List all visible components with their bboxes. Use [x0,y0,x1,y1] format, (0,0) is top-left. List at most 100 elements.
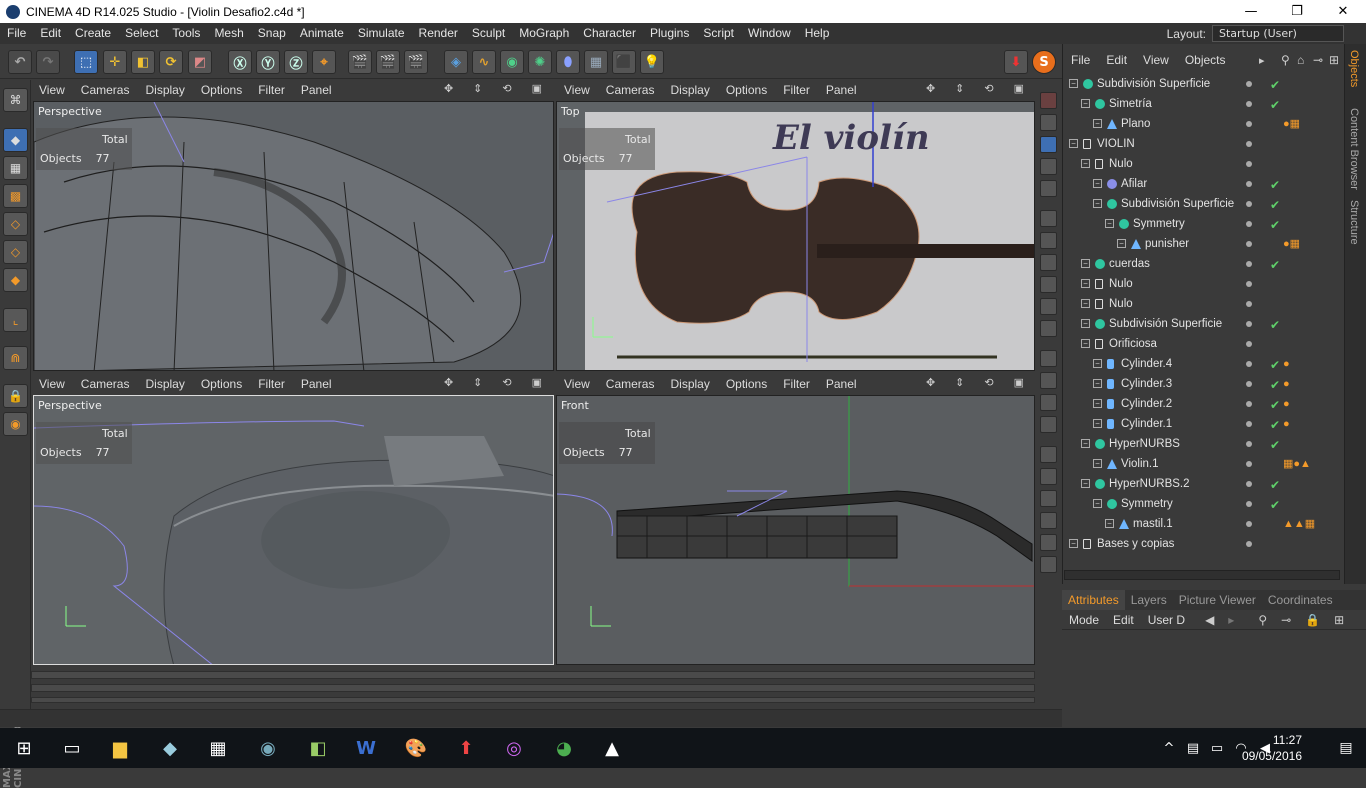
visibility-dot-icon[interactable] [1246,301,1252,307]
menu-simulate[interactable]: Simulate [351,23,412,44]
object-row[interactable]: − Violin.1 ▦●▲ [1065,454,1345,474]
object-row[interactable]: − Nulo [1065,294,1345,314]
side-tool-10-icon[interactable] [1040,298,1057,315]
visibility-dot-icon[interactable] [1246,121,1252,127]
lock-workplane-icon[interactable]: 🔒 [3,384,28,408]
side-tool-12-icon[interactable] [1040,350,1057,367]
vp2-filter[interactable]: Filter [775,83,818,97]
app-notes-icon[interactable]: ◆ [156,734,184,762]
object-row[interactable]: − Simetría ✔ [1065,94,1345,114]
menu-animate[interactable]: Animate [293,23,351,44]
om-menu-view[interactable]: View [1135,53,1177,67]
menu-file[interactable]: File [0,23,33,44]
recent-tool-icon[interactable]: ◩ [188,50,212,74]
expand-toggle-icon[interactable]: − [1081,319,1090,328]
side-tool-13-icon[interactable] [1040,372,1057,389]
visibility-dot-icon[interactable] [1246,381,1252,387]
object-row[interactable]: − Nulo [1065,154,1345,174]
expand-toggle-icon[interactable]: − [1093,119,1102,128]
visibility-dot-icon[interactable] [1246,241,1252,247]
coordinate-system-icon[interactable]: ⌖ [312,50,336,74]
expand-toggle-icon[interactable]: − [1081,479,1090,488]
z-axis-icon[interactable]: Ⓩ [284,50,308,74]
side-tool-3-icon[interactable] [1040,136,1057,153]
object-manager-scrollbar[interactable] [1064,570,1340,580]
vp3-view[interactable]: View [31,377,73,391]
menu-help[interactable]: Help [798,23,837,44]
om-menu-objects[interactable]: Objects [1177,53,1234,67]
enabled-check-icon[interactable]: ✔ [1270,435,1280,455]
chrome-icon[interactable]: ◕ [550,734,578,762]
visibility-dot-icon[interactable] [1246,201,1252,207]
y-axis-icon[interactable]: Ⓨ [256,50,280,74]
object-row[interactable]: − Subdivisión Superficie ✔ [1065,74,1345,94]
side-tool-2-icon[interactable] [1040,114,1057,131]
texture-mode-icon[interactable]: ▦ [3,156,28,180]
object-row[interactable]: − punisher ●▦ [1065,234,1345,254]
attr-link-icon[interactable]: ⊸ [1274,613,1298,627]
expand-toggle-icon[interactable]: − [1093,459,1102,468]
vp1-view[interactable]: View [31,83,73,97]
enabled-check-icon[interactable]: ✔ [1270,415,1280,435]
visibility-dot-icon[interactable] [1246,341,1252,347]
expand-toggle-icon[interactable]: − [1081,99,1090,108]
object-row[interactable]: − VIOLIN [1065,134,1345,154]
make-editable-icon[interactable]: ⌘ [3,88,28,112]
vp4-cameras[interactable]: Cameras [598,377,663,391]
vp1-filter[interactable]: Filter [250,83,293,97]
expand-toggle-icon[interactable]: − [1069,79,1078,88]
accessibility-icon[interactable]: ◎ [500,734,528,762]
stack-app-icon[interactable]: ◧ [304,734,332,762]
redo-icon[interactable]: ↷ [36,50,60,74]
cube-icon[interactable]: ◈ [444,50,468,74]
object-row[interactable]: − Symmetry ✔ [1065,494,1345,514]
object-row[interactable]: − Cylinder.2 ✔ ● [1065,394,1345,414]
object-row[interactable]: − Cylinder.1 ✔ ● [1065,414,1345,434]
object-tags[interactable]: ● [1283,374,1290,394]
tab-content-browser[interactable]: Content Browser [1348,108,1360,190]
menu-snap[interactable]: Snap [251,23,293,44]
calculator-icon[interactable]: ▦ [204,734,232,762]
menu-create[interactable]: Create [68,23,118,44]
menu-character[interactable]: Character [576,23,643,44]
vp2-display[interactable]: Display [662,83,717,97]
plugin-icon[interactable]: ⬇ [1004,50,1028,74]
expand-toggle-icon[interactable]: − [1093,199,1102,208]
start-windows-icon[interactable]: ⊞ [10,734,38,762]
vp2-nav-icons[interactable]: ✥ ⇕ ⟲ ▣ [918,82,1032,95]
side-tool-5-icon[interactable] [1040,180,1057,197]
object-row[interactable]: − mastil.1 ▲▲▦ [1065,514,1345,534]
vp4-display[interactable]: Display [662,377,717,391]
rotate-icon[interactable]: ⟳ [159,50,183,74]
timeline-ruler[interactable] [31,671,1035,679]
visibility-dot-icon[interactable] [1246,281,1252,287]
vp4-filter[interactable]: Filter [775,377,818,391]
cinema4d-taskbar-icon[interactable]: ◉ [254,734,282,762]
close-button[interactable]: ✕ [1320,0,1366,23]
attr-new-window-icon[interactable]: ⊞ [1327,613,1351,627]
side-tool-4-icon[interactable] [1040,158,1057,175]
paint-icon[interactable]: 🎨 [402,734,430,762]
expand-toggle-icon[interactable]: − [1081,259,1090,268]
vp3-options[interactable]: Options [193,377,250,391]
network-device-icon[interactable]: ▤ [1184,734,1202,762]
visibility-dot-icon[interactable] [1246,161,1252,167]
side-tool-8-icon[interactable] [1040,254,1057,271]
object-row[interactable]: − Orificiosa [1065,334,1345,354]
expand-toggle-icon[interactable]: − [1081,299,1090,308]
vp1-display[interactable]: Display [137,83,192,97]
vp3-cameras[interactable]: Cameras [73,377,138,391]
vp3-filter[interactable]: Filter [250,377,293,391]
expand-toggle-icon[interactable]: − [1093,359,1102,368]
system-clock[interactable]: 11:27 09/05/2016 [1242,732,1302,764]
om-more-arrow-icon[interactable]: ▸ [1251,54,1273,67]
tab-attributes[interactable]: Attributes [1062,590,1125,610]
enabled-check-icon[interactable]: ✔ [1270,495,1280,515]
object-tags[interactable]: ● [1283,354,1290,374]
vp1-panel[interactable]: Panel [293,83,340,97]
word-icon[interactable]: W [352,734,380,762]
expand-toggle-icon[interactable]: − [1093,179,1102,188]
enabled-check-icon[interactable]: ✔ [1270,175,1280,195]
planar-workplane-icon[interactable]: ◉ [3,412,28,436]
side-tool-7-icon[interactable] [1040,232,1057,249]
